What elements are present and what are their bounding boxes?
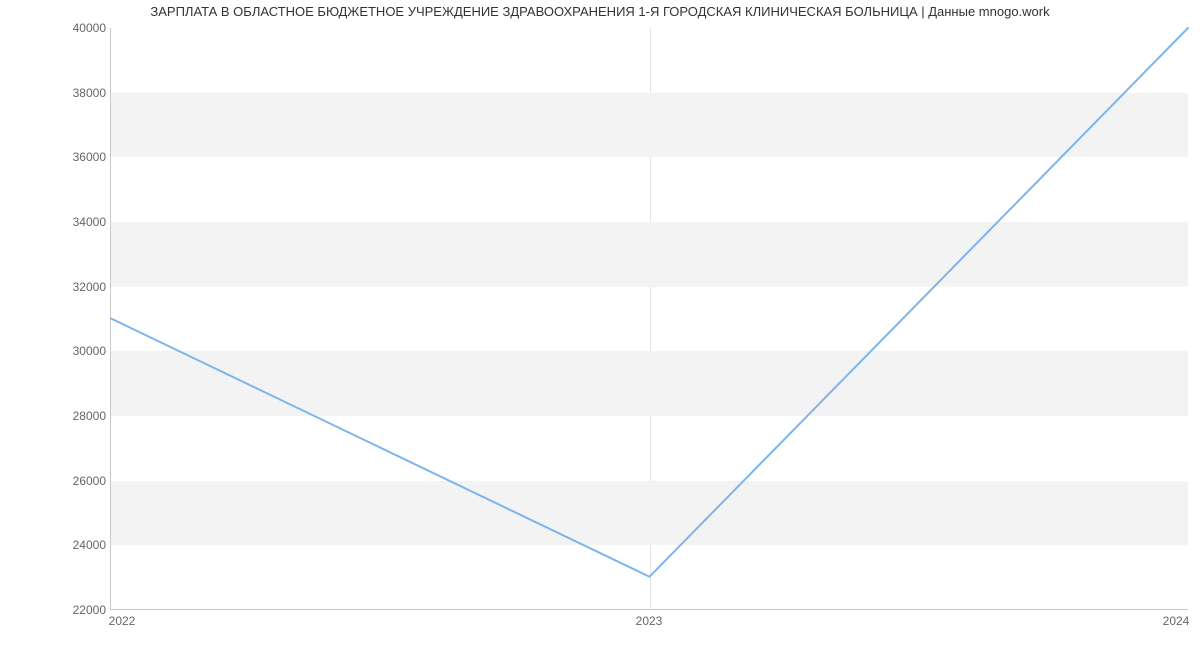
- y-tick-label: 26000: [16, 474, 106, 488]
- x-tick-label: 2024: [1163, 614, 1190, 628]
- line-layer: [111, 28, 1188, 609]
- y-tick-label: 32000: [16, 280, 106, 294]
- y-tick-label: 40000: [16, 21, 106, 35]
- salary-line-chart: ЗАРПЛАТА В ОБЛАСТНОЕ БЮДЖЕТНОЕ УЧРЕЖДЕНИ…: [0, 0, 1200, 650]
- x-tick-label: 2022: [109, 614, 136, 628]
- y-tick-label: 36000: [16, 150, 106, 164]
- x-tick-label: 2023: [636, 614, 663, 628]
- series-salary: [111, 28, 1188, 577]
- plot-area: [110, 28, 1188, 610]
- y-tick-label: 28000: [16, 409, 106, 423]
- y-tick-label: 24000: [16, 538, 106, 552]
- y-tick-label: 34000: [16, 215, 106, 229]
- y-tick-label: 22000: [16, 603, 106, 617]
- chart-title: ЗАРПЛАТА В ОБЛАСТНОЕ БЮДЖЕТНОЕ УЧРЕЖДЕНИ…: [0, 4, 1200, 19]
- y-tick-label: 38000: [16, 86, 106, 100]
- y-tick-label: 30000: [16, 344, 106, 358]
